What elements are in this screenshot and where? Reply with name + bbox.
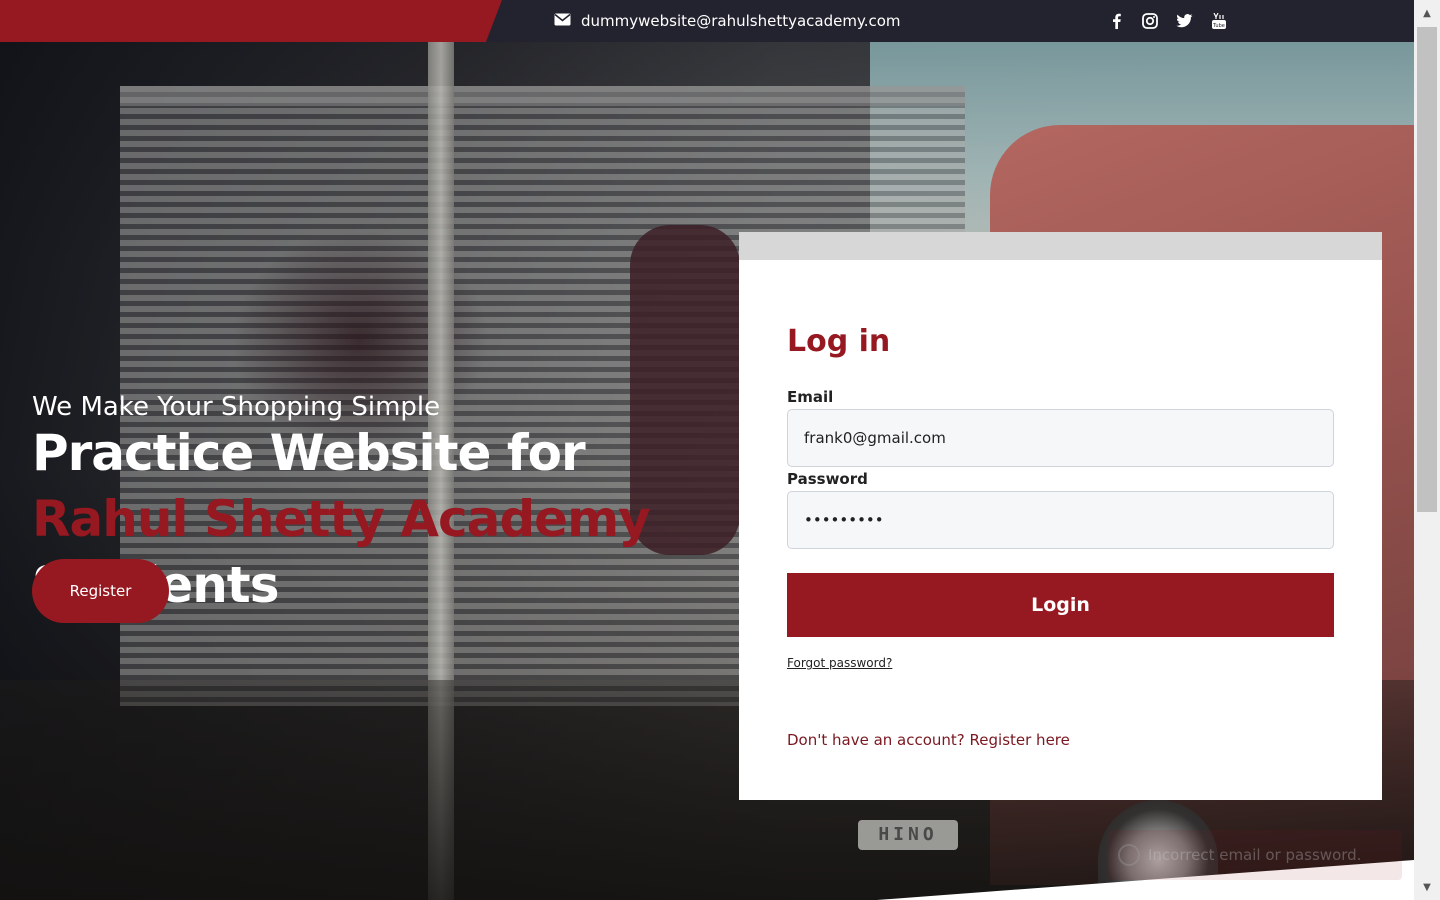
email-label: Email — [787, 388, 834, 406]
hero-tagline: We Make Your Shopping Simple — [32, 392, 441, 422]
headline-accent: Rahul Shetty Academy — [32, 490, 651, 548]
contact-email-text[interactable]: dummywebsite@rahulshettyacademy.com — [581, 12, 901, 30]
login-button[interactable]: Login — [787, 573, 1334, 637]
envelope-icon — [554, 12, 571, 30]
hero-register-button[interactable]: Register — [32, 559, 169, 623]
email-field[interactable] — [787, 409, 1334, 467]
page-scrollbar[interactable]: ▲ ▼ — [1414, 0, 1440, 900]
contact-email[interactable]: dummywebsite@rahulshettyacademy.com — [554, 0, 901, 42]
login-card-header — [739, 232, 1382, 260]
svg-text:Tube: Tube — [1212, 23, 1225, 29]
login-title: Log in — [787, 324, 891, 359]
error-toast: Incorrect email or password. — [1108, 830, 1402, 880]
instagram-icon[interactable] — [1142, 13, 1158, 29]
truck-badge: HINO — [858, 820, 958, 850]
forgot-password-link[interactable]: Forgot password? — [787, 656, 892, 670]
twitter-icon[interactable] — [1176, 14, 1193, 28]
youtube-icon[interactable]: Tube — [1211, 12, 1227, 30]
login-card: Log in Email Password Login Forgot passw… — [739, 260, 1382, 800]
facebook-icon[interactable] — [1110, 13, 1124, 29]
password-label: Password — [787, 470, 868, 488]
scroll-thumb[interactable] — [1417, 27, 1437, 512]
error-icon — [1118, 844, 1140, 866]
truck-trailer-top — [120, 86, 965, 106]
register-here-link[interactable]: Don't have an account? Register here — [787, 731, 1070, 749]
error-toast-message: Incorrect email or password. — [1148, 846, 1362, 864]
social-links: Tube — [1110, 0, 1227, 42]
headline-text: Practice Website for — [32, 424, 586, 482]
top-bar-accent — [0, 0, 502, 42]
scroll-up-arrow-icon[interactable]: ▲ — [1414, 0, 1440, 26]
top-bar: dummywebsite@rahulshettyacademy.com Tube — [0, 0, 1414, 42]
password-field[interactable] — [787, 491, 1334, 549]
scroll-down-arrow-icon[interactable]: ▼ — [1414, 874, 1440, 900]
